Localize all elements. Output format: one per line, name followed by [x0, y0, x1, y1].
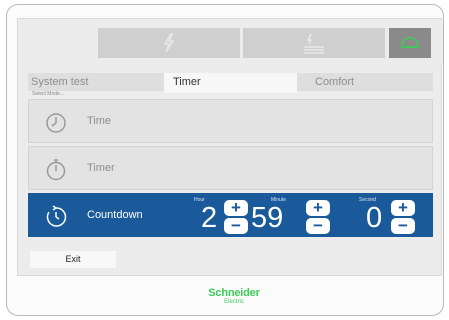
mode-label-timer: Timer — [87, 162, 115, 174]
hour-minus-button[interactable]: − — [224, 217, 248, 234]
minute-value: 59 — [251, 202, 284, 234]
mode-row-countdown[interactable]: Countdown Hour 2 + − Minute 59 + − Secon… — [28, 193, 433, 237]
clock-icon — [46, 113, 66, 133]
brand-name: Schneider — [208, 287, 260, 299]
screen: System test Timer Comfort Select Mode...… — [17, 18, 443, 276]
exit-button[interactable]: Exit — [30, 251, 116, 268]
tab-timer[interactable]: Timer — [164, 73, 297, 93]
dome-icon — [401, 37, 419, 48]
lightning-icon — [163, 33, 175, 53]
second-minus-button[interactable]: − — [391, 217, 415, 234]
tab-comfort[interactable]: Comfort — [297, 73, 433, 91]
minute-plus-button[interactable]: + — [306, 199, 330, 216]
mode-label-countdown: Countdown — [87, 209, 143, 221]
mode-button-heat[interactable] — [243, 28, 385, 58]
hour-value: 2 — [201, 202, 218, 234]
brand-sub: Electric — [224, 299, 244, 305]
minute-minus-button[interactable]: − — [306, 217, 330, 234]
mode-label-time: Time — [87, 115, 112, 127]
second-plus-button[interactable]: + — [391, 199, 415, 216]
top-bar — [18, 19, 443, 65]
brand-logo: Schneider Electric — [194, 288, 274, 306]
mode-button-lightning[interactable] — [98, 28, 240, 58]
heat-icon — [304, 33, 324, 54]
select-mode-label: Select Mode... — [32, 91, 64, 97]
countdown-icon — [46, 205, 67, 227]
mode-row-time[interactable]: Time — [28, 99, 433, 143]
tab-system-test[interactable]: System test — [28, 73, 164, 91]
stopwatch-icon — [46, 159, 66, 181]
mode-row-timer[interactable]: Timer — [28, 146, 433, 190]
second-value: 0 — [366, 202, 383, 234]
mode-button-dome[interactable] — [389, 28, 431, 58]
tab-bar: System test Timer Comfort — [28, 73, 433, 93]
hour-plus-button[interactable]: + — [224, 199, 248, 216]
